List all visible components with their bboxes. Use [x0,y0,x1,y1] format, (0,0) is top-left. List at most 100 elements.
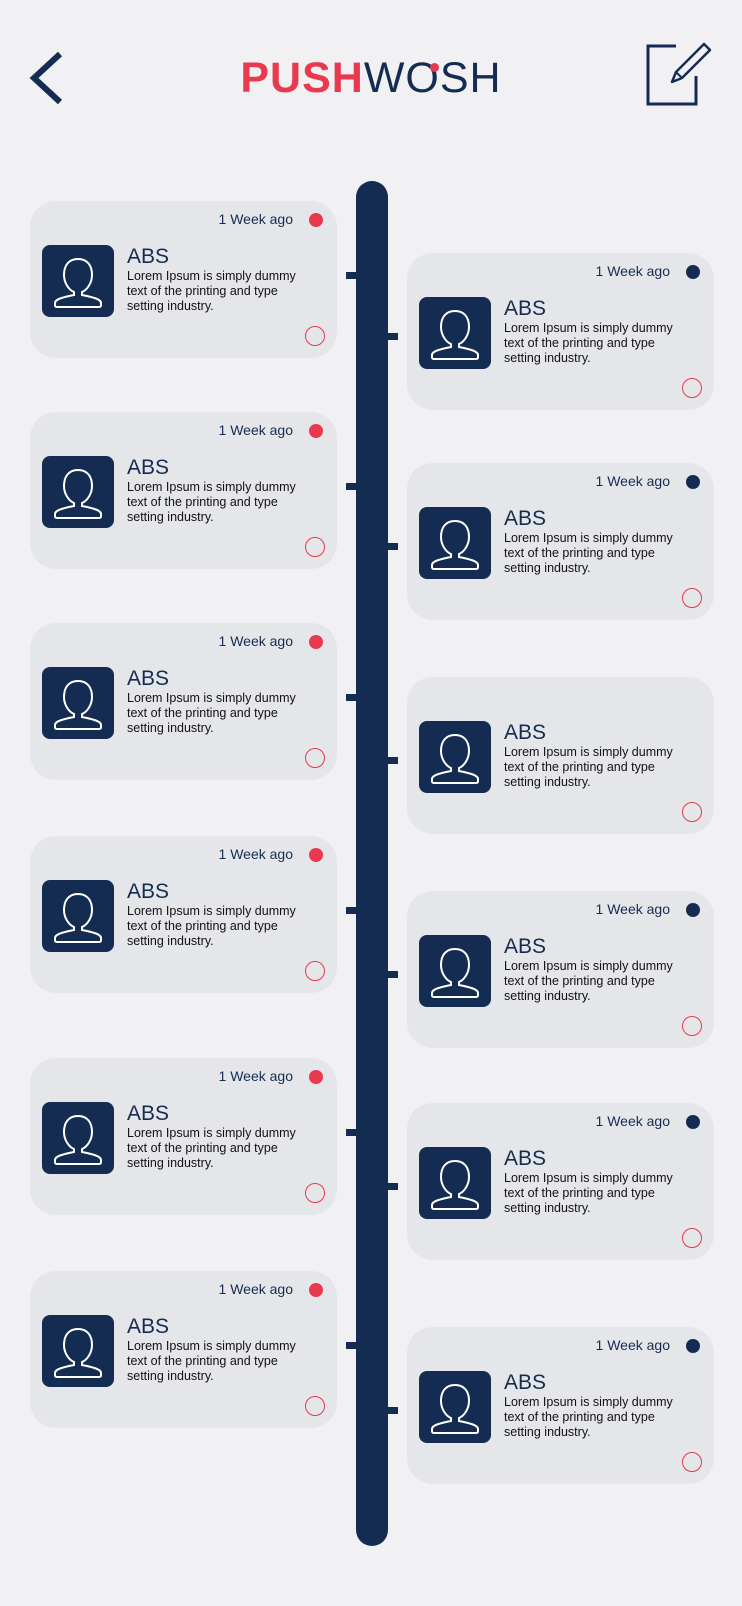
user-avatar-icon [431,947,479,998]
notification-name: ABS [504,507,547,530]
select-radio[interactable] [305,748,325,768]
notification-card[interactable]: 1 Week ago ABS Lorem Ipsum is simply dum… [407,1103,714,1260]
avatar [42,1315,114,1387]
notification-text: Lorem Ipsum is simply dummy text of the … [504,321,673,365]
status-dot [686,903,700,917]
notification-name: ABS [504,935,547,958]
notification-text: Lorem Ipsum is simply dummy text of the … [127,691,296,735]
select-radio[interactable] [682,588,702,608]
notification-text: Lorem Ipsum is simply dummy text of the … [504,531,673,575]
notification-card[interactable]: 1 Week ago ABS Lorem Ipsum is simply dum… [407,253,714,410]
user-avatar-icon [431,733,479,784]
status-dot [309,1070,323,1084]
edit-button[interactable] [646,40,714,108]
notification-name: ABS [127,456,170,479]
notification-name: ABS [504,1371,547,1394]
timeline-connector [386,757,398,764]
notification-time: 1 Week ago [218,422,293,438]
logo-wosh: WOSH [364,54,502,102]
notification-text: Lorem Ipsum is simply dummy text of the … [504,959,673,1003]
user-avatar-icon [54,1327,102,1378]
timeline-connector [386,543,398,550]
notification-card[interactable]: 1 Week ago ABS Lorem Ipsum is simply dum… [407,1327,714,1484]
header: PUSHWOSH [0,0,742,160]
notification-text: Lorem Ipsum is simply dummy text of the … [504,745,673,789]
timeline-connector [346,272,358,279]
status-dot [686,475,700,489]
avatar [419,297,491,369]
user-avatar-icon [431,1159,479,1210]
notification-text: Lorem Ipsum is simply dummy text of the … [504,1395,673,1439]
avatar [419,1371,491,1443]
timeline-connector [346,907,358,914]
avatar [419,935,491,1007]
select-radio[interactable] [682,378,702,398]
notification-name: ABS [504,1147,547,1170]
user-avatar-icon [431,309,479,360]
notification-text: Lorem Ipsum is simply dummy text of the … [127,904,296,948]
user-avatar-icon [54,1114,102,1165]
notification-text: Lorem Ipsum is simply dummy text of the … [127,1126,296,1170]
notification-time: 1 Week ago [218,1281,293,1297]
notification-card[interactable]: 1 Week ago ABS Lorem Ipsum is simply dum… [30,412,337,569]
avatar [42,245,114,317]
status-dot [686,1339,700,1353]
notification-card[interactable]: 1 Week ago ABS Lorem Ipsum is simply dum… [30,623,337,780]
notification-card[interactable]: 1 Week ago ABS Lorem Ipsum is simply dum… [30,1271,337,1428]
select-radio[interactable] [305,1183,325,1203]
avatar [419,721,491,793]
notification-card[interactable]: 1 Week ago ABS Lorem Ipsum is simply dum… [407,891,714,1048]
notification-name: ABS [127,880,170,903]
user-avatar-icon [54,257,102,308]
notification-card[interactable]: 1 Week ago ABS Lorem Ipsum is simply dum… [30,201,337,358]
notification-time: 1 Week ago [218,846,293,862]
timeline-connector [346,1342,358,1349]
user-avatar-icon [54,679,102,730]
timeline-connector [386,1183,398,1190]
select-radio[interactable] [305,1396,325,1416]
app-logo: PUSHWOSH [0,52,742,104]
notification-name: ABS [127,667,170,690]
notification-card[interactable]: 1 Week ago ABS Lorem Ipsum is simply dum… [407,463,714,620]
notification-time: 1 Week ago [218,633,293,649]
status-dot [686,1115,700,1129]
user-avatar-icon [431,519,479,570]
avatar [42,667,114,739]
notification-text: Lorem Ipsum is simply dummy text of the … [504,1171,673,1215]
notification-name: ABS [127,245,170,268]
notification-time: 1 Week ago [595,901,670,917]
avatar [42,880,114,952]
notification-time: 1 Week ago [595,263,670,279]
notification-name: ABS [504,297,547,320]
user-avatar-icon [54,892,102,943]
select-radio[interactable] [305,537,325,557]
timeline-line [356,181,388,1546]
timeline-connector [346,694,358,701]
notification-time: 1 Week ago [218,1068,293,1084]
status-dot [309,635,323,649]
notification-name: ABS [127,1102,170,1125]
notification-card[interactable]: 1 Week ago ABS Lorem Ipsum is simply dum… [30,836,337,993]
notification-text: Lorem Ipsum is simply dummy text of the … [127,1339,296,1383]
timeline-connector [386,971,398,978]
select-radio[interactable] [305,961,325,981]
select-radio[interactable] [682,1228,702,1248]
logo-dot [429,63,439,72]
timeline-connector [346,1129,358,1136]
select-radio[interactable] [682,1452,702,1472]
status-dot [309,424,323,438]
notification-card[interactable]: 1 Week ago ABS Lorem Ipsum is simply dum… [30,1058,337,1215]
status-dot [686,265,700,279]
select-radio[interactable] [682,1016,702,1036]
status-dot [309,848,323,862]
notification-card[interactable]: ABS Lorem Ipsum is simply dummy text of … [407,677,714,834]
notification-text: Lorem Ipsum is simply dummy text of the … [127,269,296,313]
notification-time: 1 Week ago [595,1337,670,1353]
avatar [419,507,491,579]
notification-text: Lorem Ipsum is simply dummy text of the … [127,480,296,524]
logo-push: PUSH [240,54,364,102]
select-radio[interactable] [305,326,325,346]
user-avatar-icon [54,468,102,519]
select-radio[interactable] [682,802,702,822]
avatar [42,456,114,528]
